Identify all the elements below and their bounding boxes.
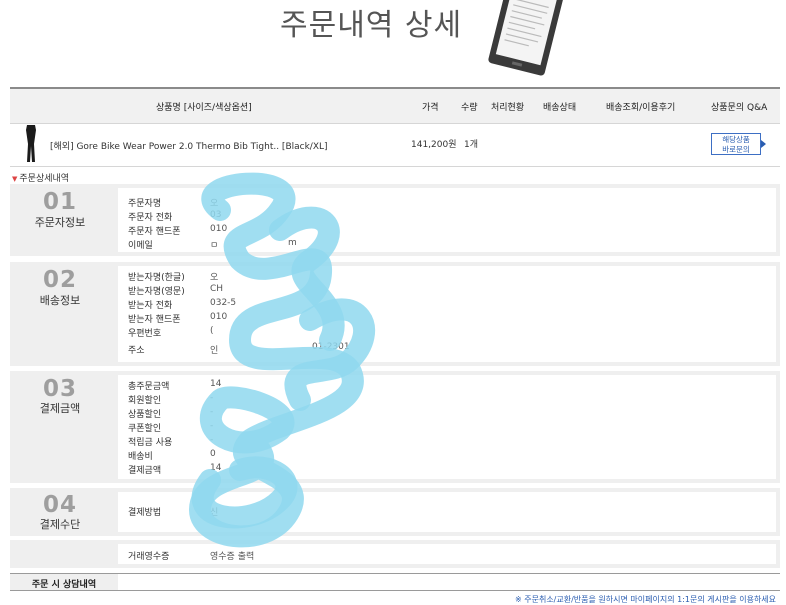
row-label: 이메일	[128, 241, 153, 251]
page-title: 주문내역 상세	[280, 8, 463, 43]
email-value-tail: m	[288, 238, 297, 248]
row-value: 010	[210, 312, 228, 322]
row-value: 오	[210, 273, 219, 283]
order-detail-label: ▼ 주문상세내역	[12, 171, 69, 184]
product-row: [해외] Gore Bike Wear Power 2.0 Thermo Bib…	[10, 122, 780, 167]
row-value: 14	[210, 379, 222, 389]
receipt-section: 거래영수증 영수증 출력	[10, 540, 780, 568]
col-tracking: 배송조회/이용후기	[606, 103, 676, 113]
row-label: 받는자명(영문)	[128, 287, 185, 297]
row-label: 받는자명(한글)	[128, 273, 185, 283]
row-label: 주문자 전화	[128, 213, 173, 223]
row-label: 상품할인	[128, 410, 162, 420]
section-title: 결제수단	[39, 518, 81, 531]
row-value: -	[210, 421, 214, 431]
row-label: 배송비	[128, 452, 153, 462]
row-label: 거래영수증	[128, 552, 170, 562]
section-number: 01	[42, 189, 77, 215]
consultation-memo-row: 주문 시 상담내역	[10, 573, 780, 591]
section-number: 02	[42, 267, 77, 293]
col-price: 가격	[422, 103, 439, 113]
row-label: 회원할인	[128, 396, 162, 406]
row-label: 주문자명	[128, 199, 162, 209]
row-value: 14	[210, 463, 222, 473]
row-label: 쿠폰할인	[128, 424, 162, 434]
row-value: (	[210, 326, 214, 336]
shipping-info-section: 02 배송정보 받는자명(한글) 받는자명(영문) 받는자 전화 받는자 핸드폰…	[10, 262, 780, 366]
orderer-info-section: 01 주문자정보 주문자명 주문자 전화 주문자 핸드폰 이메일 오 03 01…	[10, 184, 780, 256]
product-price: 141,200원	[411, 140, 457, 150]
memo-box	[118, 574, 780, 590]
row-value: -	[210, 393, 214, 403]
section-title: 주문자정보	[34, 216, 86, 229]
row-label: 주소	[128, 346, 145, 356]
row-value: 오	[210, 199, 219, 209]
col-process: 처리현황	[491, 103, 525, 113]
row-label: 우편번호	[128, 329, 162, 339]
qa-button-line2: 바로문의	[722, 145, 750, 154]
section-title: 결제금액	[39, 402, 81, 415]
row-value: 0	[210, 449, 216, 459]
triangle-down-icon: ▼	[12, 175, 18, 183]
product-qty: 1개	[464, 140, 479, 150]
payment-amount-section: 03 결제금액 총주문금액 회원할인 상품할인 쿠폰할인 적립금 사용 배송비 …	[10, 371, 780, 483]
receipt-print-link[interactable]: 영수증 출력	[210, 549, 254, 562]
section-number: 04	[42, 492, 77, 518]
tablet-illustration	[488, 0, 564, 76]
row-value: 032-5	[210, 298, 237, 308]
payment-method-section: 04 결제수단 결제방법 신	[10, 488, 780, 536]
product-thumbnail[interactable]	[20, 124, 42, 164]
row-label: 총주문금액	[128, 382, 170, 392]
row-label: 주문자 핸드폰	[128, 227, 181, 237]
footnote-text: ※ 주문취소/교환/반품을 원하시면 마이페이지의 1:1문의 게시판을 이용하…	[515, 595, 777, 604]
product-name-link[interactable]: [해외] Gore Bike Wear Power 2.0 Thermo Bib…	[50, 139, 328, 152]
product-table-header: 상품명 [사이즈/색상옵션] 가격 수량 처리현황 배송상태 배송조회/이용후기…	[10, 87, 780, 124]
row-value: 010	[210, 224, 228, 234]
row-label: 적립금 사용	[128, 438, 173, 448]
row-label: 결제금액	[128, 466, 162, 476]
memo-label: 주문 시 상담내역	[31, 580, 97, 590]
qa-button-line1: 해당상품	[722, 135, 750, 144]
product-qa-button[interactable]: 해당상품 바로문의	[711, 133, 766, 155]
row-label: 받는자 전화	[128, 301, 173, 311]
order-detail-text: 주문상세내역	[19, 174, 70, 184]
row-value: -	[210, 407, 214, 417]
section-number: 03	[42, 376, 77, 402]
row-value: CH	[210, 284, 224, 294]
col-delivery: 배송상태	[543, 103, 577, 113]
row-value: 03	[210, 210, 222, 220]
row-value: 인	[210, 346, 219, 356]
row-value: 신	[210, 508, 219, 518]
col-product-name: 상품명 [사이즈/색상옵션]	[156, 103, 252, 113]
row-label: 받는자 핸드폰	[128, 315, 181, 325]
col-qty: 수량	[461, 103, 478, 113]
section-title: 배송정보	[39, 294, 81, 307]
row-value: -	[210, 435, 214, 445]
row-value: ㅁ	[210, 241, 219, 251]
row-label: 결제방법	[128, 508, 162, 518]
address-value-tail: 01-2301	[312, 342, 350, 352]
col-qa: 상품문의 Q&A	[711, 103, 768, 113]
